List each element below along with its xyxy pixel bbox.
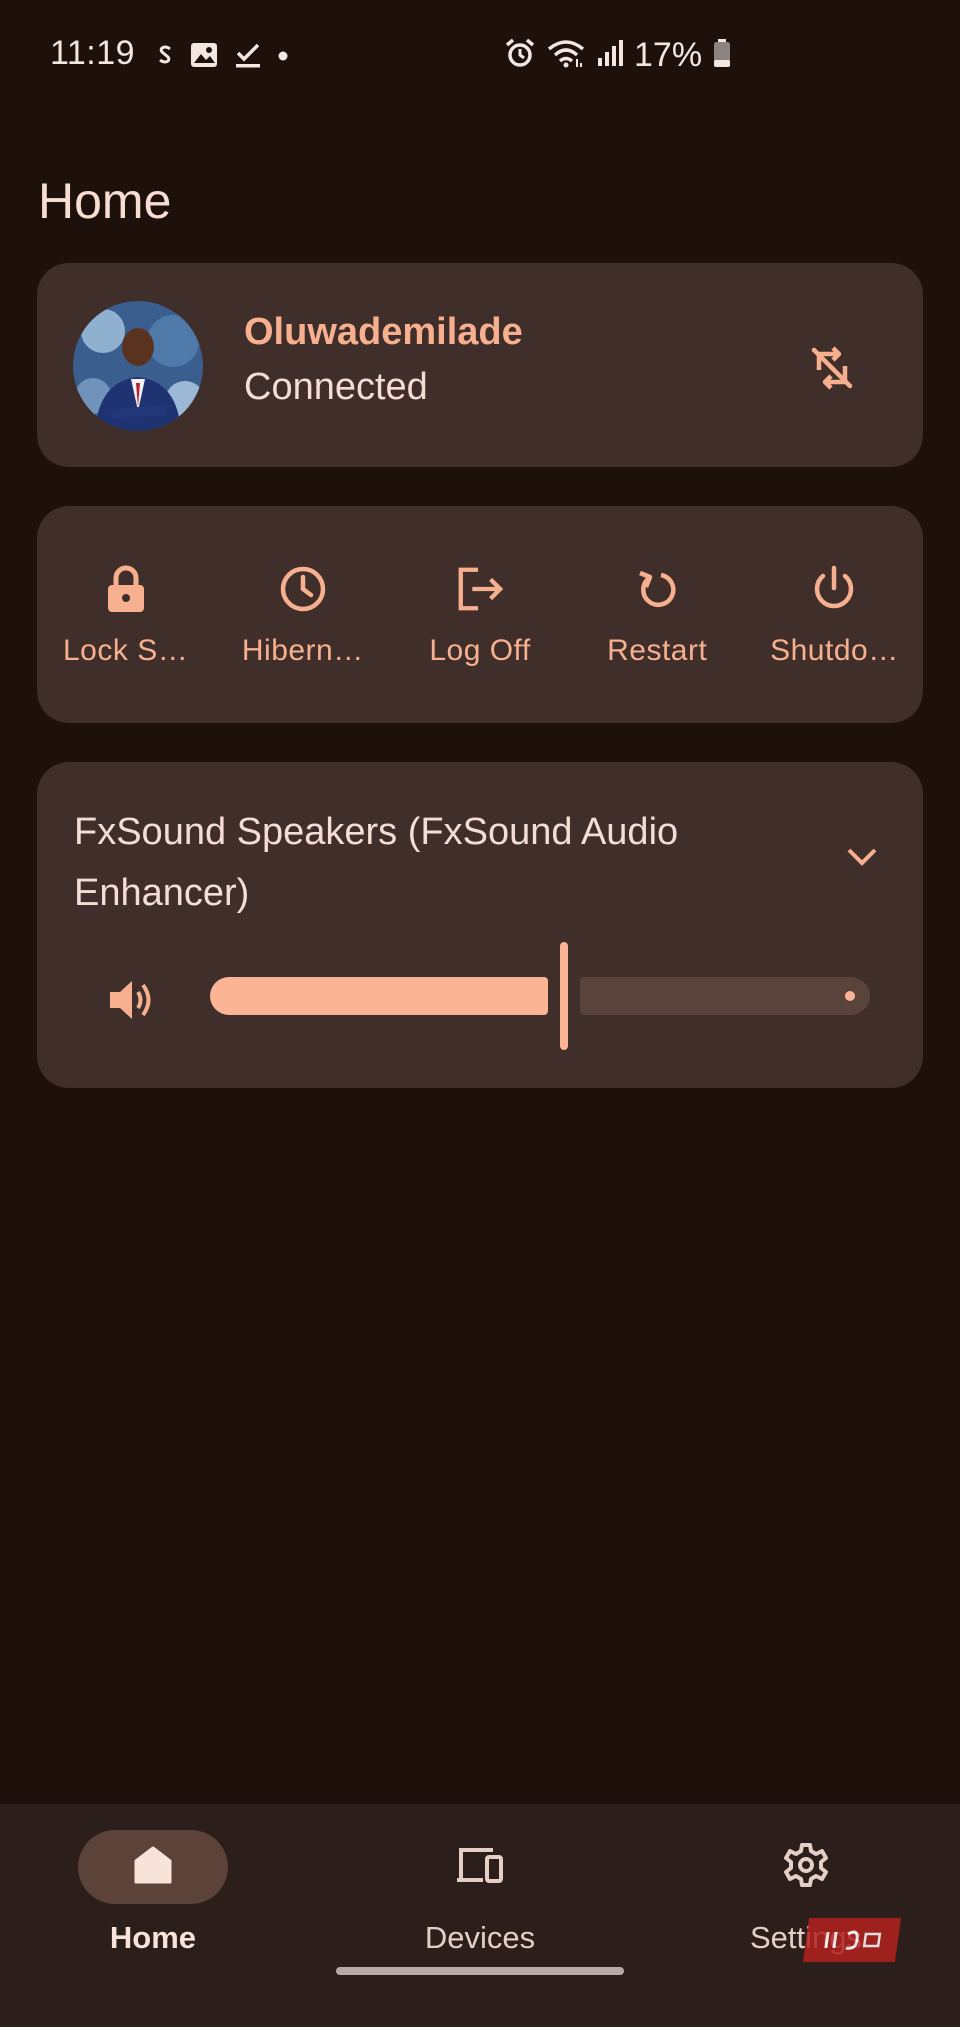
signal-icon xyxy=(596,38,624,73)
nav-indicator xyxy=(405,1830,555,1904)
sync-disabled-icon[interactable] xyxy=(802,338,862,398)
wifi-icon xyxy=(546,37,586,74)
logout-icon xyxy=(455,564,505,614)
volume-slider-thumb[interactable] xyxy=(560,942,568,1050)
watermark-logo xyxy=(802,1918,902,1962)
restart-icon xyxy=(632,564,682,614)
device-name: Oluwademilade xyxy=(244,311,523,353)
connection-status: Connected xyxy=(244,366,428,408)
image-icon xyxy=(189,40,219,75)
hibernate-button[interactable]: Hibern… xyxy=(214,506,391,723)
connection-card[interactable]: Oluwademilade Connected xyxy=(37,263,923,467)
log-off-button[interactable]: Log Off xyxy=(391,506,568,723)
action-label: Log Off xyxy=(429,634,531,667)
system-icons: 17% xyxy=(504,36,732,75)
status-bar: 11:19 17% xyxy=(0,0,960,115)
page-title: Home xyxy=(38,172,172,229)
volume-up-icon[interactable] xyxy=(102,970,162,1030)
lock-icon xyxy=(101,564,151,614)
alarm-icon xyxy=(504,37,536,74)
shutdown-button[interactable]: Shutdo… xyxy=(746,506,923,723)
nav-indicator xyxy=(78,1830,228,1904)
chevron-down-icon[interactable] xyxy=(837,832,887,882)
nav-devices[interactable]: Devices xyxy=(340,1830,620,1956)
action-label: Lock S… xyxy=(62,634,189,667)
power-actions-card: Lock S… Hibern… Log Off Restart Shutdo… xyxy=(37,506,923,723)
action-label: Restart xyxy=(607,634,708,667)
avatar xyxy=(73,301,203,431)
gear-icon xyxy=(782,1841,830,1894)
restart-button[interactable]: Restart xyxy=(569,506,746,723)
volume-slider-inactive-track xyxy=(580,977,870,1015)
audio-device-name: FxSound Speakers (FxSound Audio Enhancer… xyxy=(74,811,679,914)
dot-icon xyxy=(277,49,289,67)
audio-card: FxSound Speakers (FxSound Audio Enhancer… xyxy=(37,762,923,1088)
nav-indicator xyxy=(731,1830,881,1904)
battery-percent: 17% xyxy=(634,36,703,74)
checklist-icon xyxy=(233,40,263,75)
action-label: Shutdo… xyxy=(770,634,899,667)
battery-icon xyxy=(712,38,732,73)
s-logo-icon xyxy=(155,44,175,71)
lock-screen-button[interactable]: Lock S… xyxy=(37,506,214,723)
nav-label: Devices xyxy=(424,1920,536,1955)
power-icon xyxy=(809,564,859,614)
nav-label: Home xyxy=(109,1920,197,1955)
volume-slider-stop-indicator xyxy=(845,991,855,1001)
clock-icon xyxy=(278,564,328,614)
volume-slider[interactable] xyxy=(210,942,900,1057)
action-label: Hibern… xyxy=(241,634,364,667)
bottom-navigation: Home Devices Settings xyxy=(0,1804,960,2027)
home-icon xyxy=(132,1844,174,1891)
status-time: 11:19 xyxy=(50,34,136,72)
nav-home[interactable]: Home xyxy=(13,1830,293,1956)
notification-icons xyxy=(155,40,289,75)
gesture-home-indicator[interactable] xyxy=(336,1967,624,1975)
volume-slider-active-track xyxy=(210,977,548,1015)
devices-icon xyxy=(455,1844,505,1891)
